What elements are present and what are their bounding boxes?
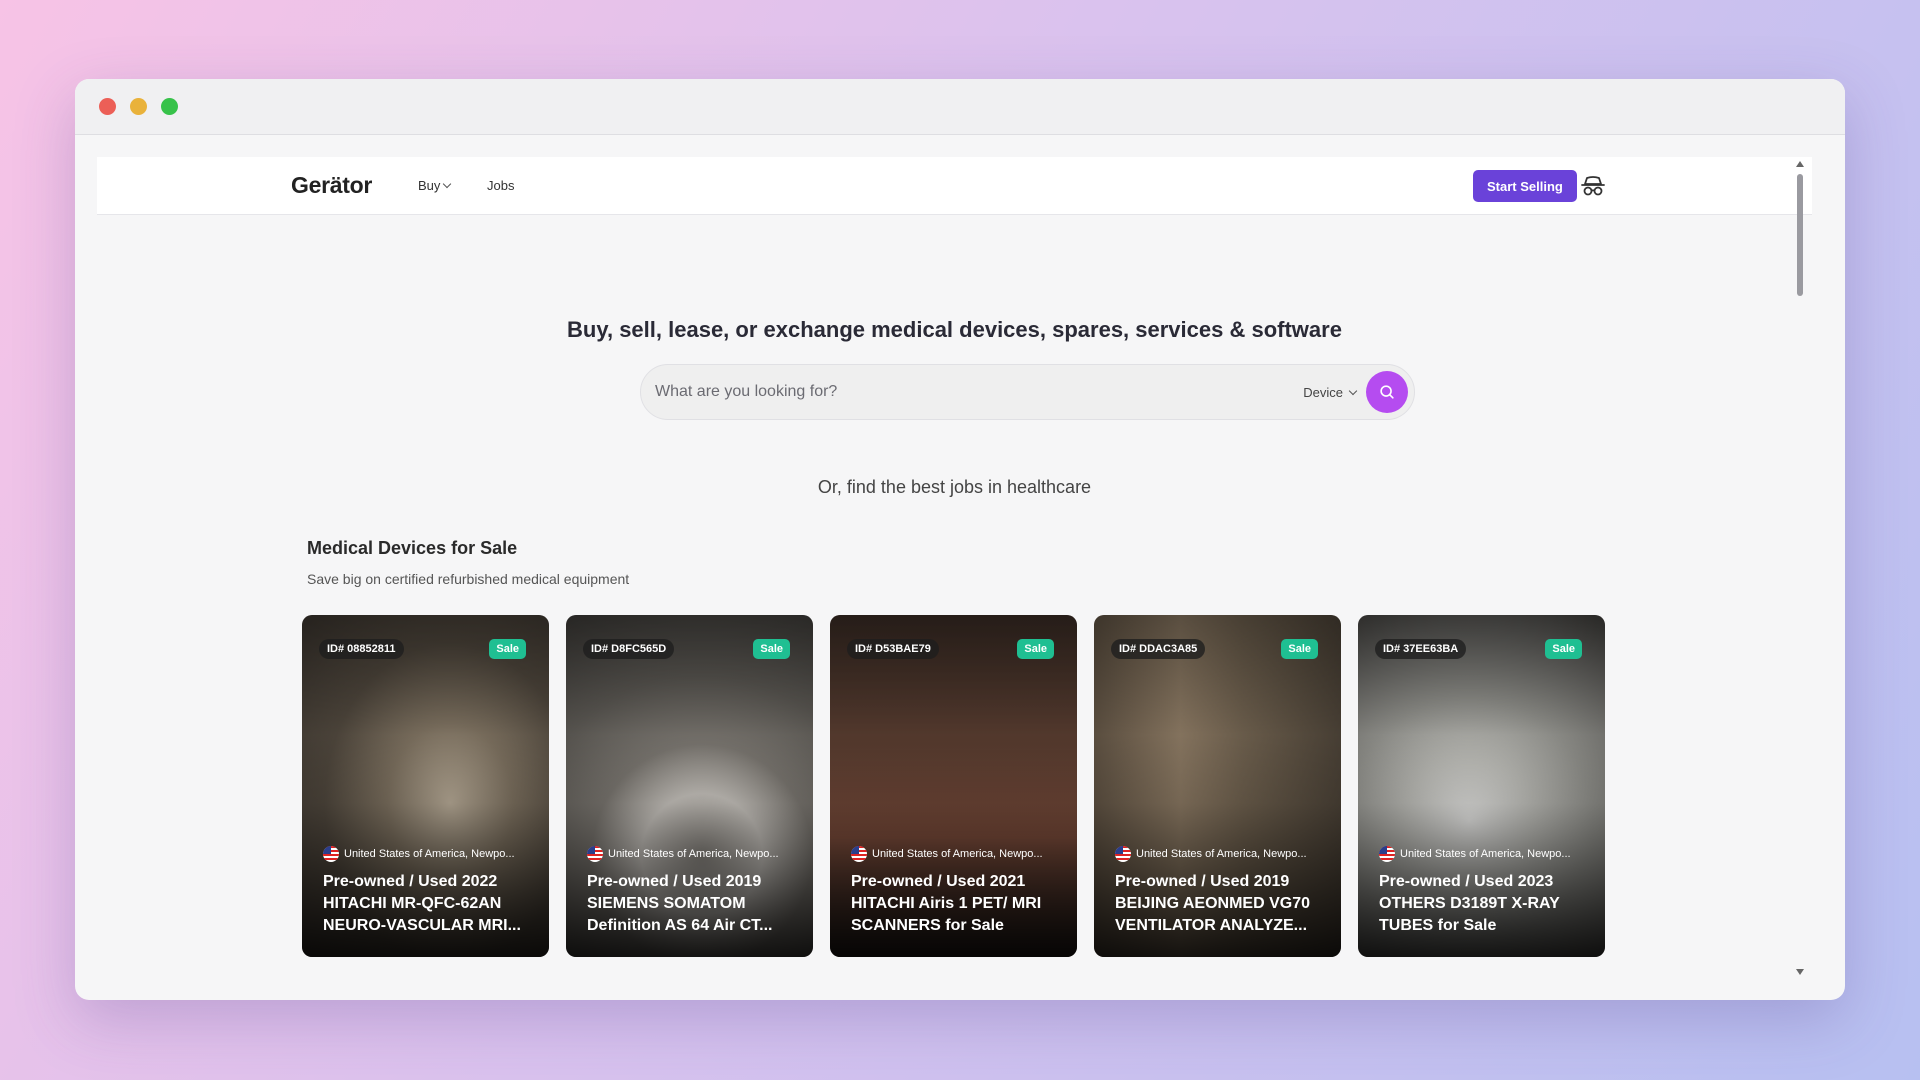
device-card[interactable]: ID# D53BAE79 Sale United States of Ameri… (830, 615, 1077, 957)
card-location: United States of America, Newpo... (323, 846, 531, 862)
card-location-text: United States of America, Newpo... (608, 848, 779, 860)
card-id-badge: ID# D53BAE79 (847, 639, 939, 659)
card-location: United States of America, Newpo... (587, 846, 795, 862)
card-location-text: United States of America, Newpo... (1400, 848, 1571, 860)
card-id-badge: ID# DDAC3A85 (1111, 639, 1206, 659)
site-logo[interactable]: Gerätor (291, 172, 372, 199)
us-flag-icon (851, 846, 867, 862)
chevron-down-icon (1348, 386, 1358, 395)
sale-badge: Sale (489, 639, 526, 659)
us-flag-icon (587, 846, 603, 862)
page-scrollbar[interactable] (1794, 157, 1804, 1000)
device-card[interactable]: ID# 08852811 Sale United States of Ameri… (302, 615, 549, 957)
hero-title: Buy, sell, lease, or exchange medical de… (567, 317, 1342, 342)
incognito-icon[interactable] (1580, 173, 1606, 199)
nav-jobs-link[interactable]: Jobs (487, 178, 514, 193)
scroll-up-arrow-icon[interactable] (1796, 161, 1804, 167)
card-location: United States of America, Newpo... (1379, 846, 1587, 862)
search-button[interactable] (1366, 371, 1408, 413)
maximize-window-button[interactable] (161, 98, 178, 115)
start-selling-button[interactable]: Start Selling (1473, 170, 1577, 202)
nav-buy-label: Buy (418, 178, 441, 193)
jobs-link[interactable]: Or, find the best jobs in healthcare (97, 477, 1812, 498)
sale-badge: Sale (1281, 639, 1318, 659)
sale-badge: Sale (753, 639, 790, 659)
card-title: Pre-owned / Used 2019 BEIJING AEONMED VG… (1115, 873, 1311, 934)
minimize-window-button[interactable] (130, 98, 147, 115)
top-navbar: Gerätor Buy Jobs Start Selling (97, 157, 1812, 215)
card-title: Pre-owned / Used 2021 HITACHI Airis 1 PE… (851, 873, 1042, 934)
us-flag-icon (1115, 846, 1131, 862)
device-card[interactable]: ID# 37EE63BA Sale United States of Ameri… (1358, 615, 1605, 957)
chevron-down-icon (443, 179, 452, 189)
search-icon (1380, 385, 1394, 399)
us-flag-icon (323, 846, 339, 862)
card-location-text: United States of America, Newpo... (1136, 848, 1307, 860)
card-id-badge: ID# 08852811 (319, 639, 404, 659)
card-title: Pre-owned / Used 2023 OTHERS D3189T X-RA… (1379, 873, 1560, 934)
us-flag-icon (1379, 846, 1395, 862)
card-location: United States of America, Newpo... (851, 846, 1059, 862)
card-location-text: United States of America, Newpo... (344, 848, 515, 860)
device-card[interactable]: ID# D8FC565D Sale United States of Ameri… (566, 615, 813, 957)
card-title: Pre-owned / Used 2019 SIEMENS SOMATOM De… (587, 873, 773, 934)
device-card[interactable]: ID# DDAC3A85 Sale United States of Ameri… (1094, 615, 1341, 957)
scroll-down-arrow-icon[interactable] (1796, 969, 1804, 975)
browser-window: Gerätor Buy Jobs Start Selling Buy, sell… (75, 79, 1845, 1000)
window-titlebar (75, 79, 1845, 135)
nav-buy-menu[interactable]: Buy (418, 178, 452, 193)
category-select-value: Device (1303, 384, 1343, 400)
section-title: Medical Devices for Sale (307, 538, 518, 558)
section-subtitle: Save big on certified refurbished medica… (307, 571, 630, 587)
card-id-badge: ID# D8FC565D (583, 639, 675, 659)
card-id-badge: ID# 37EE63BA (1375, 639, 1467, 659)
card-location: United States of America, Newpo... (1115, 846, 1323, 862)
page-viewport: Gerätor Buy Jobs Start Selling Buy, sell… (97, 157, 1812, 1000)
sale-badge: Sale (1017, 639, 1054, 659)
sale-badge: Sale (1545, 639, 1582, 659)
close-window-button[interactable] (99, 98, 116, 115)
scrollbar-thumb[interactable] (1797, 174, 1803, 296)
search-bar: Device (640, 364, 1415, 420)
search-input[interactable] (641, 383, 1304, 401)
device-card-list: ID# 08852811 Sale United States of Ameri… (302, 615, 1605, 957)
category-select[interactable]: Device (1303, 384, 1358, 400)
card-location-text: United States of America, Newpo... (872, 848, 1043, 860)
card-title: Pre-owned / Used 2022 HITACHI MR-QFC-62A… (323, 873, 521, 934)
